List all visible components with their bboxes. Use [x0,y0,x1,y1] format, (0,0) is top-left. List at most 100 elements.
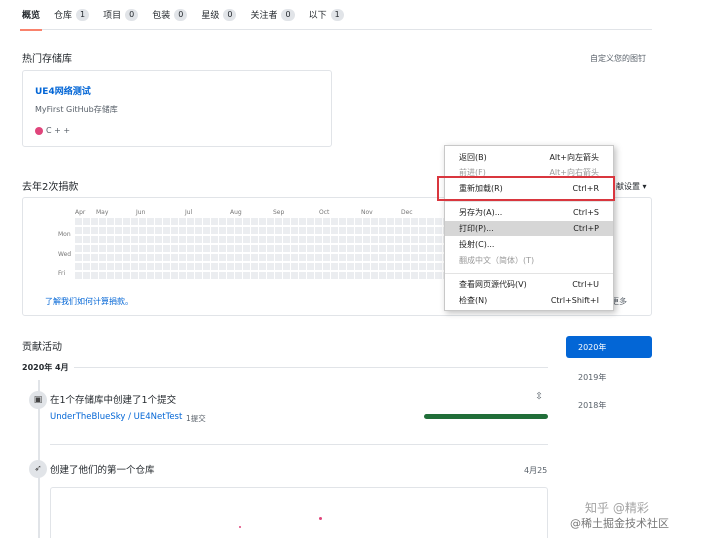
contribution-cell[interactable] [355,254,362,261]
contribution-cell[interactable] [75,245,82,252]
contribution-cell[interactable] [131,218,138,225]
contribution-cell[interactable] [83,227,90,234]
contribution-cell[interactable] [291,236,298,243]
contribution-cell[interactable] [387,227,394,234]
contribution-cell[interactable] [395,236,402,243]
contribution-cell[interactable] [299,254,306,261]
contribution-cell[interactable] [299,263,306,270]
contribution-cell[interactable] [243,254,250,261]
contribution-cell[interactable] [315,236,322,243]
contribution-cell[interactable] [219,227,226,234]
contribution-cell[interactable] [107,245,114,252]
contribution-cell[interactable] [323,272,330,279]
contribution-cell[interactable] [331,245,338,252]
contribution-cell[interactable] [147,236,154,243]
contribution-cell[interactable] [91,254,98,261]
contribution-cell[interactable] [371,236,378,243]
contribution-cell[interactable] [131,236,138,243]
contribution-cell[interactable] [379,254,386,261]
contribution-cell[interactable] [195,254,202,261]
contribution-cell[interactable] [403,236,410,243]
contribution-cell[interactable] [299,272,306,279]
contribution-cell[interactable] [179,245,186,252]
contribution-cell[interactable] [99,236,106,243]
contribution-cell[interactable] [251,254,258,261]
contribution-cell[interactable] [211,254,218,261]
contribution-cell[interactable] [83,236,90,243]
contribution-cell[interactable] [139,272,146,279]
contribution-cell[interactable] [403,263,410,270]
repo-name-link[interactable]: UE4网络测试 [35,84,91,97]
contribution-cell[interactable] [115,218,122,225]
contribution-cell[interactable] [75,272,82,279]
menu-item-inspect[interactable]: 检查(N) Ctrl+Shift+I [445,293,613,308]
contribution-cell[interactable] [195,236,202,243]
contribution-cell[interactable] [387,272,394,279]
contribution-cell[interactable] [91,227,98,234]
contribution-cell[interactable] [347,218,354,225]
contribution-cell[interactable] [419,236,426,243]
contribution-cell[interactable] [187,227,194,234]
contribution-cell[interactable] [403,254,410,261]
contribution-cell[interactable] [99,245,106,252]
event-repo-link[interactable]: UnderTheBlueSky / UE4NetTest [50,412,182,422]
contribution-cell[interactable] [267,227,274,234]
contribution-cell[interactable] [331,227,338,234]
contribution-cell[interactable] [339,263,346,270]
contribution-cell[interactable] [339,236,346,243]
contribution-cell[interactable] [123,263,130,270]
contribution-cell[interactable] [235,254,242,261]
contribution-cell[interactable] [251,272,258,279]
contribution-cell[interactable] [283,245,290,252]
contribution-cell[interactable] [299,227,306,234]
contribution-cell[interactable] [235,263,242,270]
contribution-cell[interactable] [387,218,394,225]
year-button-2019[interactable]: 2019年 [566,366,652,388]
contribution-cell[interactable] [291,218,298,225]
contribution-cell[interactable] [91,236,98,243]
contribution-cell[interactable] [275,263,282,270]
contribution-cell[interactable] [347,263,354,270]
contribution-cell[interactable] [171,272,178,279]
contribution-cell[interactable] [235,236,242,243]
contribution-cell[interactable] [219,236,226,243]
contribution-cell[interactable] [107,254,114,261]
contribution-cell[interactable] [219,263,226,270]
contribution-cell[interactable] [411,236,418,243]
contribution-cell[interactable] [131,245,138,252]
contribution-cell[interactable] [387,245,394,252]
contribution-cell[interactable] [427,254,434,261]
learn-contributions-link[interactable]: 了解我们如何计算捐款。 [45,296,133,307]
contribution-cell[interactable] [379,218,386,225]
contribution-cell[interactable] [395,272,402,279]
contribution-cell[interactable] [339,227,346,234]
contribution-cell[interactable] [395,245,402,252]
tab-stars[interactable]: 星级 0 [201,0,237,30]
contribution-cell[interactable] [259,263,266,270]
tab-followers[interactable]: 关注者 0 [250,0,295,30]
contribution-cell[interactable] [291,272,298,279]
contribution-cell[interactable] [387,263,394,270]
contribution-cell[interactable] [171,236,178,243]
contribution-cell[interactable] [435,263,442,270]
contribution-cell[interactable] [163,272,170,279]
contribution-cell[interactable] [411,245,418,252]
contribution-cell[interactable] [315,254,322,261]
contribution-cell[interactable] [131,263,138,270]
contribution-cell[interactable] [155,218,162,225]
contribution-cell[interactable] [219,218,226,225]
contribution-cell[interactable] [123,245,130,252]
contribution-cell[interactable] [123,236,130,243]
contribution-cell[interactable] [123,227,130,234]
contribution-cell[interactable] [395,227,402,234]
contribution-cell[interactable] [283,218,290,225]
contribution-cell[interactable] [187,254,194,261]
contribution-cell[interactable] [163,218,170,225]
contribution-cell[interactable] [363,263,370,270]
contribution-cell[interactable] [163,254,170,261]
contribution-cell[interactable] [155,263,162,270]
contribution-cell[interactable] [219,245,226,252]
contribution-cell[interactable] [355,272,362,279]
contribution-cell[interactable] [195,245,202,252]
contribution-cell[interactable] [163,263,170,270]
